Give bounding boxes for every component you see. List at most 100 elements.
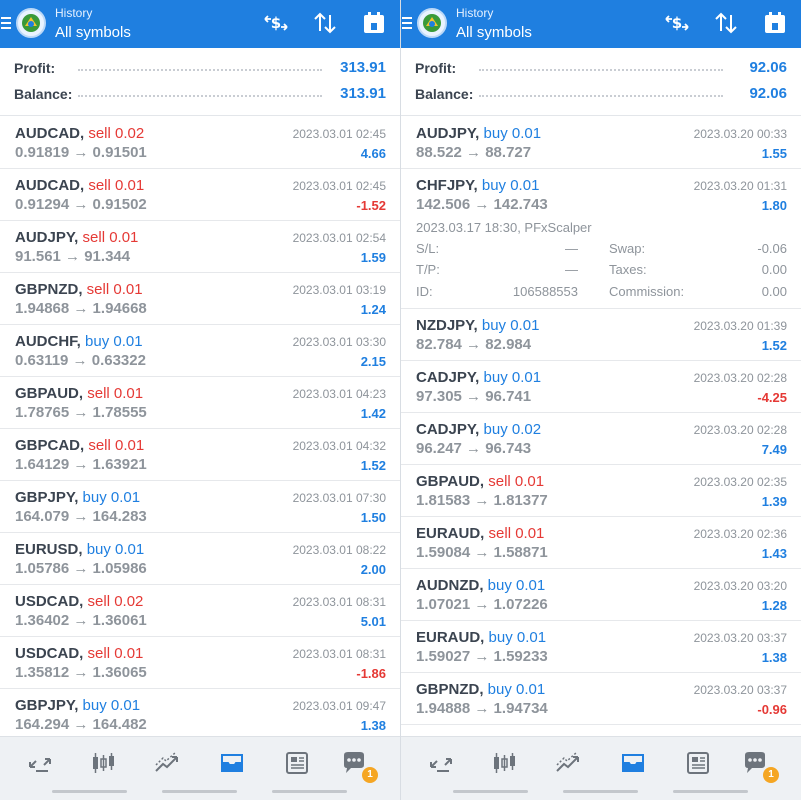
menu-icon[interactable]: [401, 14, 413, 32]
trade-row[interactable]: NZDJPY, buy 0.01 82.784 → 82.984 2023.03.2…: [401, 309, 801, 361]
trade-time: 2023.03.01 09:47: [292, 699, 386, 713]
history-screen-right: History All symbols $ Profit: 92.06 Bala…: [401, 0, 801, 800]
app-bar: History All symbols $: [0, 0, 400, 48]
trade-time: 2023.03.01 03:30: [292, 335, 386, 349]
trade-symbol: GBPAUD,: [416, 473, 485, 490]
balance-label: Balance:: [415, 86, 480, 102]
profit-row: Profit: 313.91: [14, 58, 386, 78]
trade-symbol: AUDCHF,: [15, 333, 81, 350]
trade-row[interactable]: GBPJPY, buy 0.01 164.079 → 164.283 2023.03…: [0, 481, 400, 533]
trade-side: sell 0.01: [88, 177, 145, 194]
messages-badge: 1: [763, 767, 779, 783]
news-icon[interactable]: [684, 749, 712, 777]
trade-row[interactable]: USDCAD, sell 0.01 1.35812 → 1.36065 2023.0…: [0, 637, 400, 689]
trade-row[interactable]: AUDCHF, buy 0.01 0.63119 → 0.63322 2023.03…: [0, 325, 400, 377]
trade-row[interactable]: AUDCAD, sell 0.01 0.91294 → 0.91502 2023.0…: [0, 169, 400, 221]
trade-side: sell 0.01: [87, 645, 144, 662]
trade-row[interactable]: GBPAUD, sell 0.01 1.78765 → 1.78555 2023.0…: [0, 377, 400, 429]
gesture-bar: [563, 790, 638, 793]
trade-symbol: NZDJPY,: [416, 317, 478, 334]
trade-time: 2023.03.20 02:36: [693, 527, 787, 541]
profit-label: Profit:: [415, 60, 463, 76]
currency-icon[interactable]: $: [663, 10, 691, 36]
trade-row[interactable]: USDCAD, sell 0.02 1.36402 → 1.36061 2023.0…: [0, 585, 400, 637]
trade-side: buy 0.01: [483, 369, 542, 386]
trade-time: 2023.03.20 03:20: [693, 579, 787, 593]
trade-row[interactable]: AUDCAD, sell 0.02 0.91819 → 0.91501 2023.0…: [0, 117, 400, 169]
symbol-filter-title[interactable]: All symbols: [456, 24, 532, 41]
trade-side: sell 0.02: [87, 593, 144, 610]
trade-prices: 97.305 → 96.741: [416, 388, 532, 405]
trade-symbol: CADJPY,: [416, 369, 480, 386]
screen-subtitle: History: [55, 6, 93, 20]
trade-list[interactable]: AUDCAD, sell 0.02 0.91819 → 0.91501 2023.0…: [0, 117, 400, 741]
trade-row[interactable]: AUDNZD, buy 0.01 1.07021 → 1.07226 2023.03…: [401, 569, 801, 621]
trade-side: sell 0.01: [488, 525, 545, 542]
leader-dots: [78, 95, 322, 97]
trade-side: buy 0.01: [82, 489, 141, 506]
trade-symbol: GBPJPY,: [15, 489, 79, 506]
trade-symbol: USDCAD,: [15, 593, 84, 610]
trade-icon[interactable]: [554, 749, 582, 777]
trade-prices: 1.94888 → 1.94734: [416, 700, 548, 717]
trade-prices: 0.63119 → 0.63322: [15, 352, 146, 369]
news-icon[interactable]: [283, 749, 311, 777]
commission-label: Commission:: [609, 284, 685, 299]
svg-text:$: $: [672, 14, 682, 32]
trade-row[interactable]: GBPCAD, sell 0.01 1.64129 → 1.63921 2023.0…: [0, 429, 400, 481]
trade-row-expanded[interactable]: CHFJPY, buy 0.01 142.506 → 142.743 2023.…: [401, 169, 801, 309]
trade-icon[interactable]: [153, 749, 181, 777]
history-icon[interactable]: [619, 749, 647, 777]
swap-label: Swap:: [609, 241, 646, 256]
trade-side: sell 0.01: [87, 385, 144, 402]
trade-side: sell 0.01: [488, 473, 545, 490]
calendar-icon[interactable]: [761, 10, 789, 36]
trade-time: 2023.03.20 02:35: [693, 475, 787, 489]
trade-time: 2023.03.20 02:28: [693, 423, 787, 437]
trade-list[interactable]: AUDJPY, buy 0.01 88.522 → 88.727 2023.03.2…: [401, 117, 801, 725]
trade-row[interactable]: CADJPY, buy 0.01 97.305 → 96.741 2023.03.2…: [401, 361, 801, 413]
messages-icon[interactable]: 1: [741, 749, 779, 783]
trade-time: 2023.03.01 02:45: [292, 179, 386, 193]
sort-icon[interactable]: [311, 10, 339, 36]
menu-icon[interactable]: [0, 14, 12, 32]
tp-value: —: [565, 262, 578, 277]
quotes-icon[interactable]: [26, 749, 54, 777]
trade-prices: 142.506 → 142.743: [416, 196, 548, 213]
account-summary: Profit: 313.91 Balance: 313.91: [0, 48, 400, 116]
currency-icon[interactable]: $: [262, 10, 290, 36]
tp-label: T/P:: [416, 262, 440, 277]
gesture-bar: [453, 790, 528, 793]
trade-time: 2023.03.20 02:28: [693, 371, 787, 385]
trade-side: buy 0.01: [481, 317, 540, 334]
swap-value: -0.06: [757, 241, 787, 256]
trade-profit: 5.01: [360, 614, 386, 629]
trade-row[interactable]: EURAUD, buy 0.01 1.59027 → 1.59233 2023.03…: [401, 621, 801, 673]
sort-icon[interactable]: [712, 10, 740, 36]
trade-profit: -0.96: [757, 702, 787, 717]
messages-icon[interactable]: 1: [340, 749, 378, 783]
history-icon[interactable]: [218, 749, 246, 777]
trade-prices: 1.94868 → 1.94668: [15, 300, 147, 317]
trade-row[interactable]: CADJPY, buy 0.02 96.247 → 96.743 2023.03.2…: [401, 413, 801, 465]
trade-row[interactable]: GBPJPY, buy 0.01 164.294 → 164.482 2023.03…: [0, 689, 400, 741]
trade-side: buy 0.01: [488, 629, 547, 646]
symbol-filter-title[interactable]: All symbols: [55, 24, 131, 41]
trade-row[interactable]: GBPNZD, sell 0.01 1.94868 → 1.94668 2023.0…: [0, 273, 400, 325]
trade-row[interactable]: EURUSD, buy 0.01 1.05786 → 1.05986 2023.03…: [0, 533, 400, 585]
chart-icon[interactable]: [89, 749, 117, 777]
trade-symbol: GBPCAD,: [15, 437, 85, 454]
leader-dots: [78, 69, 322, 71]
trade-row[interactable]: AUDJPY, sell 0.01 91.561 → 91.344 2023.03.…: [0, 221, 400, 273]
trade-row[interactable]: GBPAUD, sell 0.01 1.81583 → 1.81377 2023.0…: [401, 465, 801, 517]
chart-icon[interactable]: [490, 749, 518, 777]
calendar-icon[interactable]: [360, 10, 388, 36]
trade-row[interactable]: EURAUD, sell 0.01 1.59084 → 1.58871 2023.0…: [401, 517, 801, 569]
quotes-icon[interactable]: [427, 749, 455, 777]
trade-row[interactable]: GBPNZD, buy 0.01 1.94888 → 1.94734 2023.03…: [401, 673, 801, 725]
trade-prices: 1.64129 → 1.63921: [15, 456, 147, 473]
trade-prices: 1.59084 → 1.58871: [416, 544, 548, 561]
trade-row[interactable]: AUDJPY, buy 0.01 88.522 → 88.727 2023.03.2…: [401, 117, 801, 169]
trade-prices: 1.59027 → 1.59233: [416, 648, 548, 665]
trade-time: 2023.03.20 03:37: [693, 683, 787, 697]
